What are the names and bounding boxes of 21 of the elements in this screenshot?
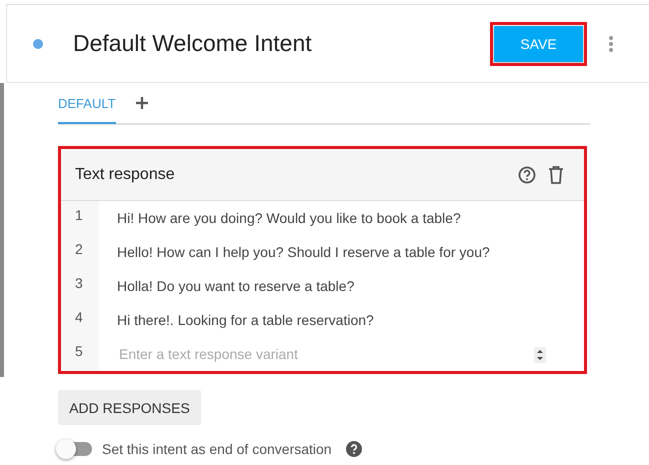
- status-dot: [33, 38, 43, 48]
- line-number: 2: [61, 235, 99, 269]
- line-number: 3: [61, 269, 99, 303]
- response-text[interactable]: Holla! Do you want to reserve a table?: [117, 278, 354, 294]
- response-text[interactable]: Hi! How are you doing? Would you like to book a table?: [117, 210, 461, 226]
- response-text[interactable]: Hello! How can I help you? Should I reserve a table for you?: [117, 244, 490, 260]
- more-options-icon[interactable]: [609, 36, 613, 52]
- help-icon[interactable]: [518, 166, 536, 184]
- intent-title: Default Welcome Intent: [73, 30, 313, 57]
- toggle-label: Set this intent as end of conversation: [102, 441, 332, 457]
- end-conversation-toggle[interactable]: [58, 442, 92, 456]
- add-icon[interactable]: [136, 97, 148, 109]
- line-number: 5: [61, 337, 99, 371]
- response-text[interactable]: Hi there!. Looking for a table reservation?: [117, 312, 374, 328]
- spinner-icon[interactable]: [534, 347, 546, 363]
- help-icon[interactable]: [346, 441, 362, 457]
- trash-icon[interactable]: [548, 166, 564, 184]
- line-number: 4: [61, 303, 99, 337]
- add-responses-button[interactable]: ADD RESPONSES: [58, 390, 201, 425]
- card-title: Text response: [75, 166, 176, 184]
- line-number: 1: [61, 201, 99, 235]
